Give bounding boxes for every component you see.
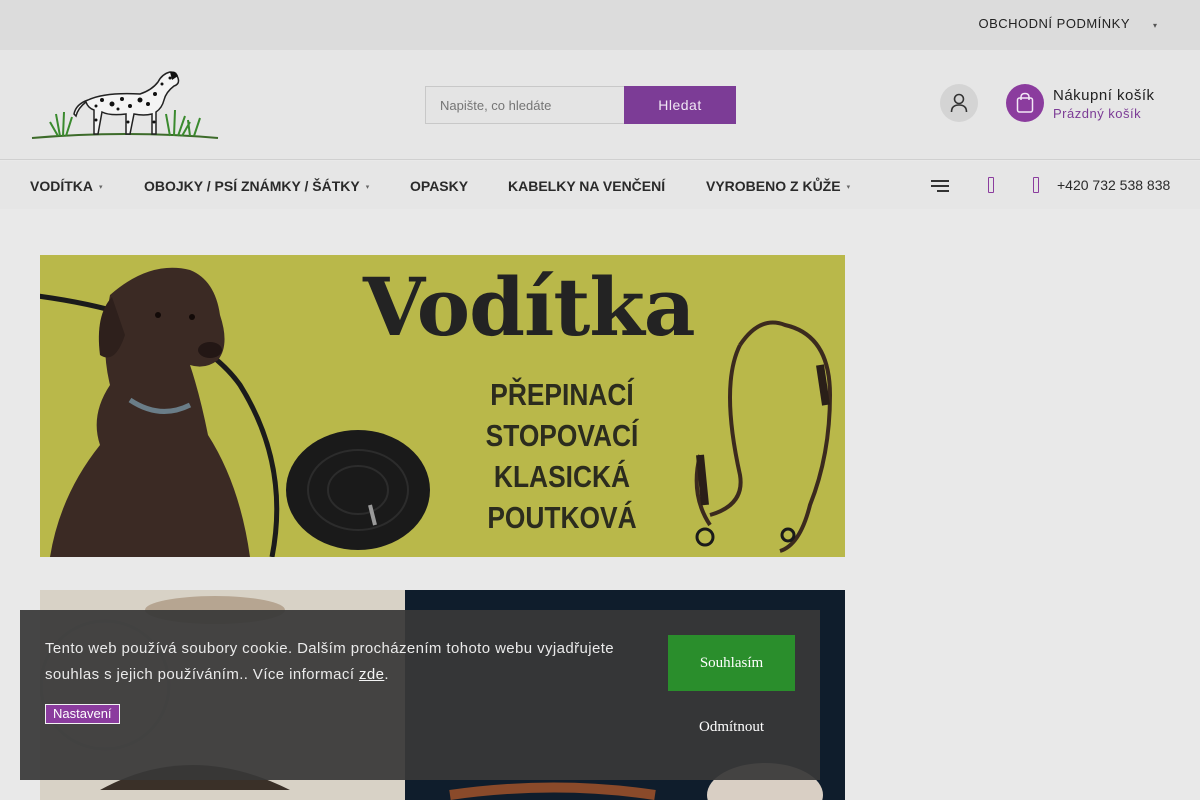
top-bar: OBCHODNÍ PODMÍNKY ▾: [0, 0, 1200, 50]
chevron-down-icon: ▾: [365, 184, 370, 191]
search-input[interactable]: [425, 86, 625, 124]
nav-item-kuze[interactable]: VYROBENO Z KŮŽE ▾: [706, 178, 850, 194]
cookie-accept-button[interactable]: Souhlasím: [668, 635, 795, 691]
cart-status[interactable]: Prázdný košík: [1053, 106, 1141, 121]
cart-title[interactable]: Nákupní košík: [1053, 87, 1155, 104]
shopping-bag-icon: [1016, 92, 1034, 113]
nav-item-kabelky[interactable]: KABELKY NA VENČENÍ: [508, 178, 665, 194]
cookie-message: Tento web používá soubory cookie. Dalším…: [45, 640, 615, 683]
account-button[interactable]: [940, 84, 978, 122]
cookie-settings-button[interactable]: Nastavení: [45, 704, 120, 724]
chevron-down-icon[interactable]: ▾: [1153, 21, 1157, 30]
terms-link[interactable]: OBCHODNÍ PODMÍNKY: [978, 16, 1130, 31]
cookie-consent-bar: Tento web používá soubory cookie. Dalším…: [20, 610, 820, 780]
nav-item-voditka[interactable]: VODÍTKA ▾: [30, 178, 103, 194]
banner-line: STOPOVACÍ: [485, 418, 639, 453]
chevron-down-icon: ▾: [99, 184, 103, 191]
phone-icon: [1033, 177, 1039, 193]
nav-item-label: OBOJKY / PSÍ ZNÁMKY / ŠÁTKY: [144, 178, 360, 194]
banner-title: Vodítka: [363, 260, 696, 354]
banner-line: PŘEPINACÍ: [490, 377, 634, 412]
cookie-more-info-link[interactable]: zde: [359, 666, 384, 683]
nav-item-obojky[interactable]: OBOJKY / PSÍ ZNÁMKY / ŠÁTKY ▾: [144, 178, 369, 194]
user-icon: [950, 93, 968, 113]
nav-item-label: VYROBENO Z KŮŽE: [706, 178, 841, 194]
cookie-message-end: .: [384, 666, 389, 683]
banner-line: KLASICKÁ: [493, 459, 631, 494]
hero-banner[interactable]: Vodítka PŘEPINACÍ STOPOVACÍ KLASICKÁ POU…: [40, 255, 845, 557]
main-navigation: VODÍTKA ▾ OBOJKY / PSÍ ZNÁMKY / ŠÁTKY ▾ OP…: [0, 161, 1200, 209]
dalmatian-logo[interactable]: [30, 64, 220, 142]
phone-number[interactable]: +420 732 538 838: [1057, 177, 1170, 193]
cookie-reject-button[interactable]: Odmítnout: [668, 712, 795, 742]
nav-item-label: OPASKY: [410, 178, 469, 194]
chevron-down-icon: ▾: [846, 184, 851, 191]
hamburger-icon[interactable]: [931, 180, 949, 192]
cart-button[interactable]: [1006, 84, 1044, 122]
search-button[interactable]: Hledat: [624, 86, 736, 124]
contact-icon[interactable]: [988, 177, 994, 193]
cookie-text: Tento web používá soubory cookie. Dalším…: [45, 636, 645, 688]
nav-item-label: KABELKY NA VENČENÍ: [508, 178, 666, 194]
site-header: Hledat Nákupní košík Prázdný košík: [0, 50, 1200, 160]
nav-item-label: VODÍTKA: [30, 178, 93, 194]
banner-line: POUTKOVÁ: [487, 500, 637, 535]
nav-item-opasky[interactable]: OPASKY: [410, 178, 468, 194]
